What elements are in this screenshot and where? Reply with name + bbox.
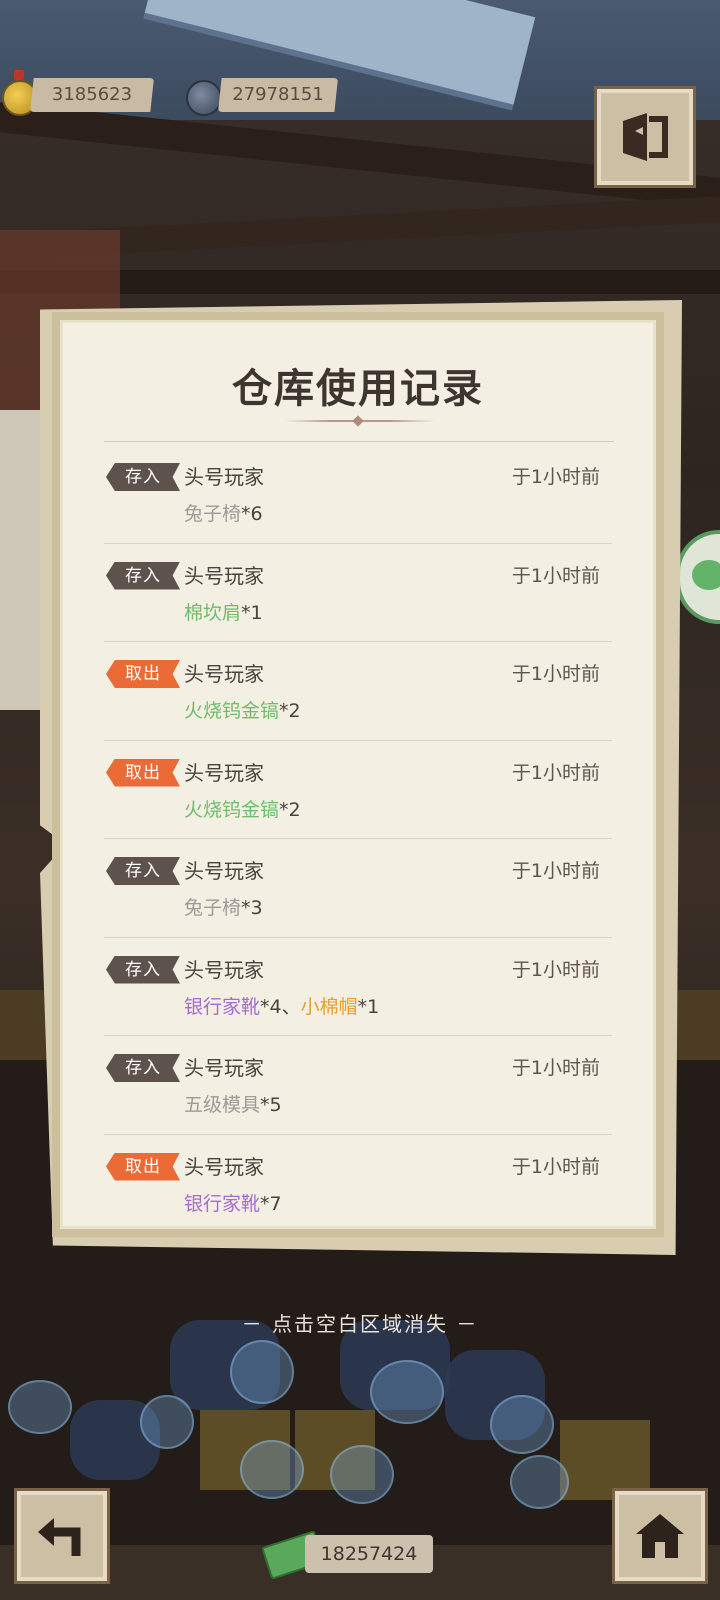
record-items: 银行家靴*7 bbox=[184, 1190, 282, 1218]
record-time: 于1小时前 bbox=[511, 1155, 600, 1178]
divider bbox=[104, 441, 614, 442]
bubble bbox=[8, 1380, 72, 1434]
record-list: 存入 头号玩家 于1小时前 兔子椅*6 存入 头号玩家 于1小时前 棉坎肩*1 取出 头号玩家 于1… bbox=[60, 445, 656, 1233]
coin-counter: 3185623 bbox=[30, 78, 154, 112]
record-time: 于1小时前 bbox=[511, 761, 600, 784]
deposit-badge: 存入 bbox=[106, 463, 180, 491]
player-name: 头号玩家 bbox=[184, 662, 264, 686]
record-row: 存入 头号玩家 于1小时前银行家靴*4、小棉帽*1 bbox=[60, 938, 656, 1037]
home-house-icon bbox=[636, 1514, 684, 1558]
exit-button[interactable] bbox=[594, 86, 696, 188]
item-name: 棉坎肩 bbox=[184, 601, 242, 624]
player-name: 头号玩家 bbox=[184, 760, 264, 785]
item-name: 火烧钨金镐 bbox=[184, 700, 280, 722]
dismiss-hint[interactable]: － 点击空白区域消失 － bbox=[0, 1308, 720, 1337]
player-name: 头号玩家 bbox=[184, 1056, 264, 1080]
withdraw-badge: 取出 bbox=[106, 660, 180, 688]
item-name: 银行家靴 bbox=[184, 995, 261, 1018]
record-items: 棉坎肩*1 bbox=[184, 599, 263, 627]
bubble bbox=[490, 1395, 554, 1454]
player-name: 头号玩家 bbox=[184, 563, 264, 588]
bubble bbox=[370, 1360, 444, 1424]
player-name: 头号玩家 bbox=[184, 859, 264, 883]
item-name: 火烧钨金镐 bbox=[184, 798, 280, 821]
ore-coin-icon bbox=[186, 80, 222, 116]
record-time: 于1小时前 bbox=[511, 958, 600, 981]
item-quantity: *1 bbox=[357, 995, 380, 1018]
deposit-badge: 存入 bbox=[106, 857, 180, 885]
exit-door-icon bbox=[623, 113, 668, 161]
item-quantity: *7 bbox=[260, 1192, 282, 1215]
bubble bbox=[510, 1455, 569, 1509]
item-name: 兔子椅 bbox=[184, 503, 242, 525]
deposit-badge: 存入 bbox=[106, 561, 180, 590]
player-name: 头号玩家 bbox=[184, 465, 264, 489]
money-counter: 18257424 bbox=[305, 1535, 433, 1573]
record-items: 火烧钨金镐*2 bbox=[184, 796, 301, 824]
panel-title: 仓库使用记录 bbox=[232, 366, 484, 412]
record-row: 取出 头号玩家 于1小时前火烧钨金镐*2 bbox=[60, 741, 656, 840]
record-time: 于1小时前 bbox=[511, 1057, 600, 1079]
record-items: 五级模具*5 bbox=[184, 1091, 282, 1119]
item-quantity: *5 bbox=[260, 1094, 282, 1116]
record-row: 存入 头号玩家 于1小时前兔子椅*6 bbox=[60, 445, 656, 544]
item-name: 兔子椅 bbox=[184, 897, 242, 919]
withdraw-badge: 取出 bbox=[106, 758, 180, 787]
withdraw-badge: 取出 bbox=[106, 1152, 180, 1181]
title-ornament bbox=[285, 417, 435, 425]
record-row: 取出 头号玩家 于1小时前火烧钨金镐*2 bbox=[60, 642, 656, 741]
record-time: 于1小时前 bbox=[511, 663, 600, 685]
item-separator: 、 bbox=[281, 995, 301, 1018]
ore-counter: 27978151 bbox=[218, 78, 338, 112]
record-items: 兔子椅*6 bbox=[184, 500, 263, 528]
item-quantity: *2 bbox=[279, 798, 301, 821]
item-name: 小棉帽 bbox=[300, 995, 358, 1018]
record-time: 于1小时前 bbox=[511, 564, 600, 587]
item-name: 五级模具 bbox=[184, 1094, 261, 1116]
back-button[interactable] bbox=[14, 1488, 110, 1584]
record-row: 存入 头号玩家 于1小时前五级模具*5 bbox=[60, 1036, 656, 1135]
record-time: 于1小时前 bbox=[511, 466, 600, 488]
deposit-badge: 存入 bbox=[106, 955, 180, 984]
bubble bbox=[330, 1445, 394, 1504]
item-quantity: *1 bbox=[241, 601, 263, 624]
bubble bbox=[240, 1440, 304, 1499]
item-quantity: *4 bbox=[260, 995, 282, 1018]
item-quantity: *2 bbox=[279, 700, 301, 722]
record-items: 兔子椅*3 bbox=[184, 894, 263, 922]
bubble bbox=[140, 1395, 194, 1449]
item-name: 银行家靴 bbox=[184, 1192, 261, 1215]
player-name: 头号玩家 bbox=[184, 957, 264, 982]
record-row: 存入 头号玩家 于1小时前棉坎肩*1 bbox=[60, 544, 656, 643]
back-arrow-icon bbox=[38, 1518, 81, 1556]
home-button[interactable] bbox=[612, 1488, 708, 1584]
player-name: 头号玩家 bbox=[184, 1154, 264, 1179]
item-quantity: *6 bbox=[241, 503, 263, 525]
warehouse-log-panel: 仓库使用记录 存入 头号玩家 于1小时前 兔子椅*6 存入 头号玩家 于1小时前 棉坎肩*1 取… bbox=[52, 312, 664, 1237]
record-row: 取出 头号玩家 于1小时前银行家靴*7 bbox=[60, 1135, 656, 1234]
record-row: 存入 头号玩家 于1小时前兔子椅*3 bbox=[60, 839, 656, 938]
record-items: 火烧钨金镐*2 bbox=[184, 697, 301, 725]
item-quantity: *3 bbox=[241, 897, 263, 919]
record-time: 于1小时前 bbox=[511, 860, 600, 882]
record-items: 银行家靴*4、小棉帽*1 bbox=[184, 993, 379, 1021]
deposit-badge: 存入 bbox=[106, 1054, 180, 1082]
bubble bbox=[230, 1340, 294, 1404]
